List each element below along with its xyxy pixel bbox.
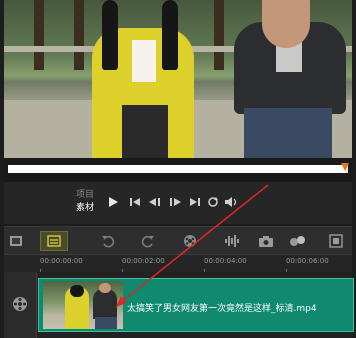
annotation-arrow-head (116, 296, 126, 307)
video-editor-window: 项目 素材 00:00:00:00 00:00:02:00 00:00:04:0… (0, 0, 356, 338)
annotation-arrow (116, 184, 269, 307)
annotation-arrow-line (119, 184, 269, 304)
